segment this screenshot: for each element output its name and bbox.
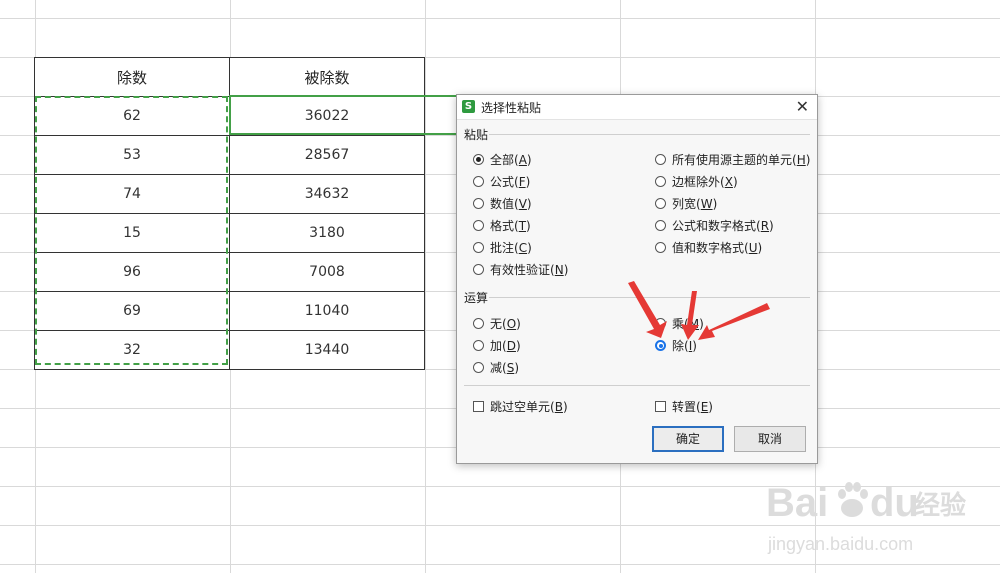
svg-text:Bai: Bai [766, 481, 828, 525]
baidu-watermark-logo: Bai du 经验 jingyan.baidu.com [766, 481, 966, 554]
svg-text:du: du [870, 481, 919, 525]
arrow-annotation [628, 281, 667, 338]
svg-text:经验: 经验 [914, 490, 966, 521]
arrow-annotation [698, 303, 770, 340]
svg-text:jingyan.baidu.com: jingyan.baidu.com [767, 534, 913, 554]
arrow-annotation [681, 291, 699, 340]
